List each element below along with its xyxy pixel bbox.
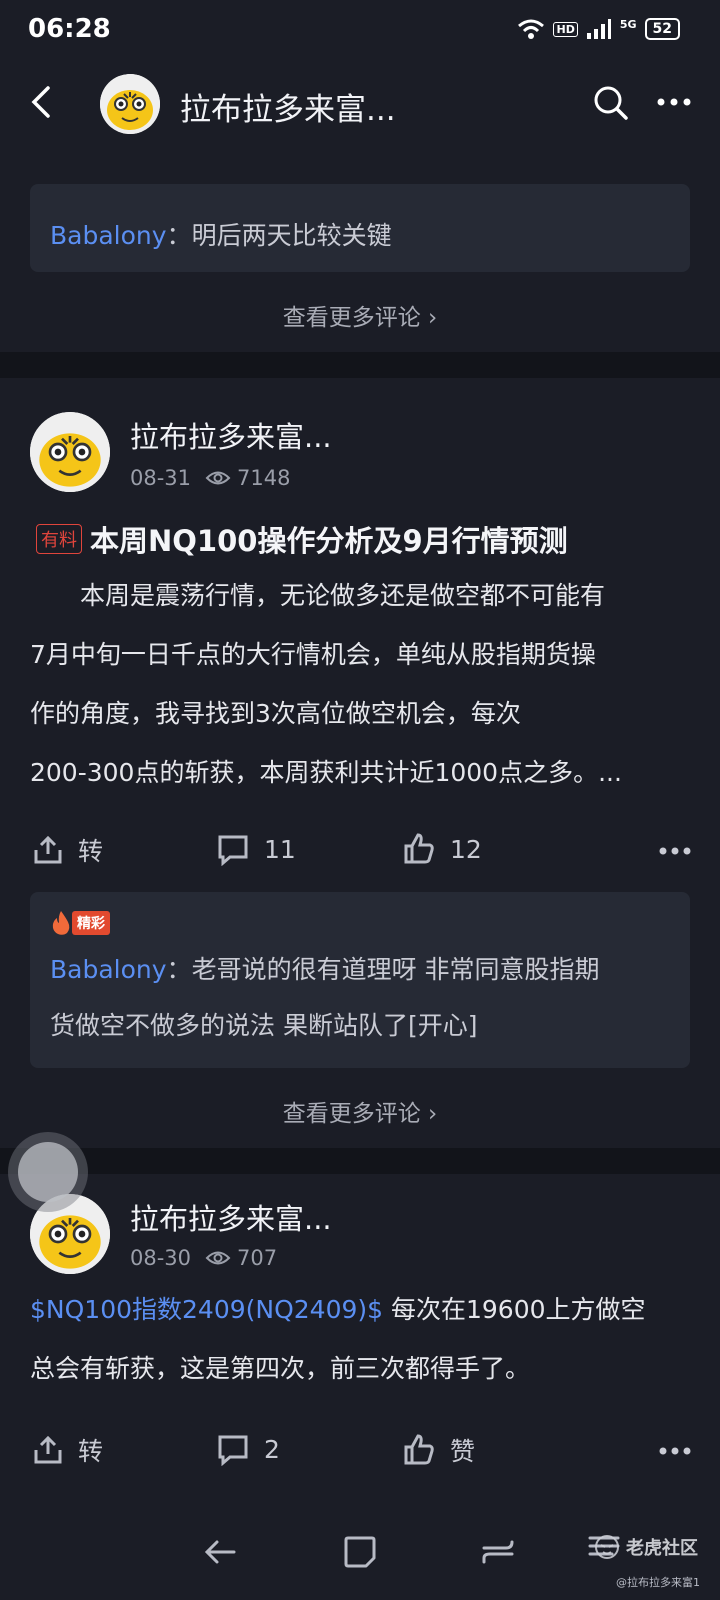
network-type: 5G — [619, 17, 637, 31]
post-body[interactable]: 本周是震荡行情，无论做多还是做空都不可能有 7月中旬一日千点的大行情机会，单纯从… — [30, 566, 700, 802]
thumbs-up-icon — [404, 833, 434, 864]
watermark-handle: @拉布拉多来富1 — [616, 1576, 700, 1589]
more-comments-link[interactable]: 查看更多评论 › — [0, 1094, 720, 1128]
tiger-logo-icon — [595, 1535, 619, 1559]
post-meta: 08-31 7148 — [130, 466, 290, 490]
status-icons: HD 5G 52 — [517, 18, 680, 40]
back-icon[interactable] — [26, 84, 56, 120]
comment-preview[interactable]: Babalony：明后两天比较关键 — [30, 184, 690, 272]
chevron-right-icon: › — [428, 305, 438, 331]
post-more-icon[interactable] — [658, 1446, 692, 1456]
eye-icon — [205, 471, 231, 485]
comment-icon — [218, 835, 248, 866]
tiger-avatar-icon — [30, 412, 110, 492]
share-icon — [34, 1435, 62, 1464]
header-title: 拉布拉多来富... — [180, 92, 396, 128]
comment-button[interactable]: 11 — [216, 832, 296, 866]
hd-icon: HD — [553, 21, 578, 37]
repost-button[interactable]: 转 — [32, 1432, 103, 1468]
nav-back-icon[interactable] — [200, 1532, 240, 1572]
like-button[interactable]: 赞 — [402, 1432, 475, 1468]
chevron-right-icon: › — [428, 1101, 438, 1127]
post-title: 本周NQ100操作分析及9月行情预测 — [90, 524, 568, 558]
section-divider — [0, 352, 720, 378]
post-author-avatar[interactable] — [30, 412, 110, 492]
app-screen: 06:28 HD 5G 52 拉布拉多来富... Babalony：明后两天比较… — [0, 0, 720, 1600]
like-button[interactable]: 12 — [402, 832, 482, 866]
fire-icon — [52, 911, 70, 935]
more-comments-link[interactable]: 查看更多评论 › — [0, 298, 720, 332]
more-options-icon[interactable] — [656, 96, 692, 108]
section-divider — [0, 1148, 720, 1174]
post-body[interactable]: $NQ100指数2409(NQ2409)$ 每次在19600上方做空 总会有斩获… — [30, 1280, 700, 1398]
nav-home-icon[interactable] — [340, 1532, 380, 1572]
stock-link[interactable]: $NQ100指数2409(NQ2409)$ — [30, 1295, 383, 1324]
signal-icon — [586, 19, 611, 39]
youliao-badge: 有料 — [36, 524, 82, 554]
share-icon — [34, 835, 62, 864]
tiger-avatar-icon — [100, 74, 160, 134]
repost-button[interactable]: 转 — [32, 832, 103, 868]
post-views: 7148 — [237, 466, 291, 490]
post-meta: 08-30 707 — [130, 1246, 277, 1270]
post-author-name[interactable]: 拉布拉多来富... — [130, 1196, 332, 1238]
comment-text: 明后两天比较关键 — [191, 221, 392, 250]
comment-user[interactable]: Babalony — [50, 221, 167, 250]
post-more-icon[interactable] — [658, 846, 692, 856]
comment-button[interactable]: 2 — [216, 1432, 280, 1466]
post-author-name[interactable]: 拉布拉多来富... — [130, 414, 332, 456]
nav-recents-icon[interactable] — [478, 1532, 518, 1572]
eye-icon — [205, 1251, 231, 1265]
comment-user[interactable]: Babalony — [50, 955, 167, 984]
post-title-row[interactable]: 有料 本周NQ100操作分析及9月行情预测 — [36, 518, 568, 560]
post-date: 08-31 — [130, 466, 192, 490]
post-date: 08-30 — [130, 1246, 192, 1270]
post-views: 707 — [237, 1246, 278, 1270]
header-avatar[interactable] — [100, 74, 160, 134]
status-time: 06:28 — [28, 14, 111, 44]
battery-icon: 52 — [644, 18, 680, 40]
thumbs-up-icon — [404, 1434, 434, 1465]
floating-assistive-button[interactable] — [8, 1132, 88, 1212]
watermark-brand: 老虎社区 — [626, 1538, 698, 1559]
featured-comment[interactable]: 精彩 Babalony：老哥说的很有道理呀 非常同意股指期 货做空不做多的说法 … — [30, 892, 690, 1068]
featured-tag: 精彩 — [50, 910, 110, 936]
watermark-logo: 老虎社区 — [594, 1534, 698, 1560]
search-icon[interactable] — [592, 84, 630, 122]
wifi-icon — [518, 19, 545, 39]
comment-icon — [218, 1435, 248, 1466]
